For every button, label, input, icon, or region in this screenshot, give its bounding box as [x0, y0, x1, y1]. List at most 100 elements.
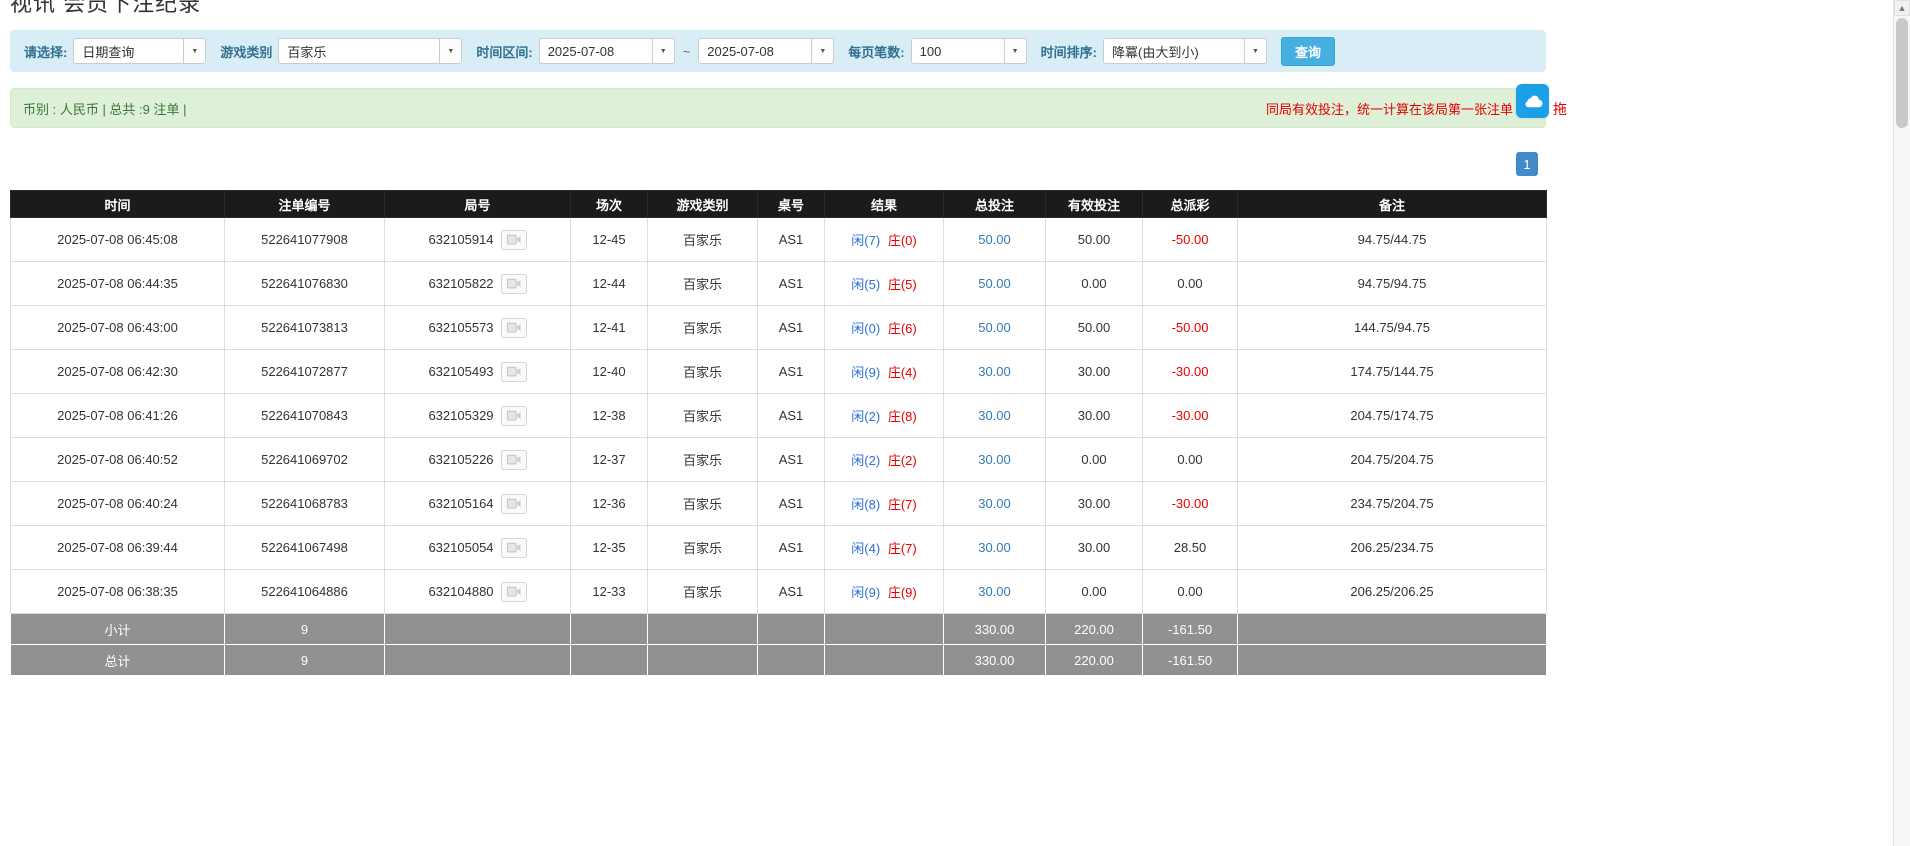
header-result: 结果 — [824, 190, 944, 218]
cell-bet-id: 522641073813 — [224, 305, 385, 350]
sort-value: 降冪(由大到小) — [1111, 44, 1199, 60]
cell-result: 闲(5) 庄(5) — [824, 261, 944, 306]
sort-label: 时间排序: — [1040, 44, 1097, 60]
round-number: 632105573 — [428, 320, 494, 335]
video-replay-button[interactable] — [500, 405, 527, 426]
total-bet-link[interactable]: 50.00 — [978, 232, 1011, 247]
vertical-scrollbar[interactable]: ▲ — [1893, 0, 1910, 846]
scrollbar-thumb[interactable] — [1896, 18, 1908, 128]
total-bet-link[interactable]: 30.00 — [978, 452, 1011, 467]
total-bet-link[interactable]: 30.00 — [978, 364, 1011, 379]
subtotal-count: 9 — [224, 613, 385, 645]
game-type-label: 游戏类别 — [220, 44, 273, 60]
cell-total-bet: 30.00 — [943, 437, 1046, 482]
cell-total-bet: 50.00 — [943, 305, 1046, 350]
sort-select[interactable]: 降冪(由大到小) ▼ — [1102, 38, 1267, 64]
header-total-bet: 总投注 — [943, 190, 1046, 218]
video-replay-button[interactable] — [500, 449, 527, 470]
cell-note: 144.75/94.75 — [1237, 305, 1547, 350]
cell-payout: 0.00 — [1142, 261, 1238, 306]
round-number: 632105226 — [428, 452, 494, 467]
filter-bar: 请选择: 日期查询 ▼ 游戏类别 百家乐 ▼ 时间区间: 2025-07-08 … — [10, 30, 1546, 72]
cell-session: 12-37 — [570, 437, 648, 482]
video-replay-button[interactable] — [500, 273, 527, 294]
page-title: 视讯 会员下注纪录 — [10, 0, 202, 16]
table-row: 2025-07-08 06:43:00 522641073813 6321055… — [10, 305, 1547, 350]
cell-note: 234.75/204.75 — [1237, 481, 1547, 526]
total-bet-link[interactable]: 30.00 — [978, 584, 1011, 599]
game-type-value: 百家乐 — [287, 44, 327, 60]
video-replay-button[interactable] — [500, 361, 527, 382]
cell-bet-id: 522641064886 — [224, 569, 385, 614]
total-bet-link[interactable]: 30.00 — [978, 496, 1011, 511]
date-from-value: 2025-07-08 — [547, 43, 615, 59]
total-row: 总计 9 330.00 220.00 -161.50 — [10, 644, 1547, 676]
header-session: 场次 — [570, 190, 648, 218]
cell-bet-id: 522641068783 — [224, 481, 385, 526]
subtotal-valid-bet: 220.00 — [1045, 613, 1143, 645]
cell-total-bet: 30.00 — [943, 569, 1046, 614]
floating-service-widget[interactable] — [1516, 84, 1549, 118]
cell-note: 174.75/144.75 — [1237, 349, 1547, 394]
cell-payout: -50.00 — [1142, 305, 1238, 350]
drag-label: 拖 — [1553, 101, 1567, 117]
total-bet-link[interactable]: 50.00 — [978, 276, 1011, 291]
video-replay-button[interactable] — [500, 537, 527, 558]
cell-game: 百家乐 — [647, 217, 758, 262]
cell-round: 632105914 — [384, 217, 571, 262]
chevron-down-icon: ▼ — [439, 39, 462, 63]
cell-time: 2025-07-08 06:39:44 — [10, 525, 225, 570]
per-page-value: 100 — [919, 43, 942, 59]
search-button[interactable]: 查询 — [1280, 36, 1335, 66]
chevron-down-icon: ▼ — [1243, 39, 1266, 63]
cell-round: 632104880 — [384, 569, 571, 614]
scroll-up-arrow-icon[interactable]: ▲ — [1894, 0, 1910, 16]
table-row: 2025-07-08 06:39:44 522641067498 6321050… — [10, 525, 1547, 570]
total-bet-link[interactable]: 30.00 — [978, 540, 1011, 555]
result-banker: 庄(7) — [887, 541, 917, 556]
header-note: 备注 — [1237, 190, 1547, 218]
table-row: 2025-07-08 06:41:26 522641070843 6321053… — [10, 393, 1547, 438]
range-separator: ~ — [682, 43, 691, 59]
cell-payout: -30.00 — [1142, 349, 1238, 394]
date-type-select[interactable]: 日期查询 ▼ — [73, 38, 207, 64]
cell-valid-bet: 50.00 — [1045, 217, 1143, 262]
cell-round: 632105226 — [384, 437, 571, 482]
video-replay-button[interactable] — [500, 493, 527, 514]
cell-note: 204.75/204.75 — [1237, 437, 1547, 482]
result-player: 闲(0) — [851, 321, 881, 336]
table-row: 2025-07-08 06:45:08 522641077908 6321059… — [10, 217, 1547, 262]
cell-result: 闲(9) 庄(9) — [824, 569, 944, 614]
cell-payout: 0.00 — [1142, 437, 1238, 482]
date-from-select[interactable]: 2025-07-08 ▼ — [538, 38, 675, 64]
date-to-select[interactable]: 2025-07-08 ▼ — [698, 38, 835, 64]
cell-time: 2025-07-08 06:44:35 — [10, 261, 225, 306]
total-bet-link[interactable]: 50.00 — [978, 320, 1011, 335]
cell-game: 百家乐 — [647, 525, 758, 570]
total-total-bet: 330.00 — [943, 644, 1046, 676]
cell-payout: -50.00 — [1142, 217, 1238, 262]
cell-round: 632105573 — [384, 305, 571, 350]
cell-table: AS1 — [757, 393, 825, 438]
cell-game: 百家乐 — [647, 349, 758, 394]
cell-table: AS1 — [757, 481, 825, 526]
table-row: 2025-07-08 06:38:35 522641064886 6321048… — [10, 569, 1547, 614]
cell-round: 632105329 — [384, 393, 571, 438]
video-icon — [506, 542, 521, 553]
cell-payout: -30.00 — [1142, 393, 1238, 438]
result-banker: 庄(7) — [887, 497, 917, 512]
video-replay-button[interactable] — [500, 581, 527, 602]
cell-result: 闲(0) 庄(6) — [824, 305, 944, 350]
cell-bet-id: 522641069702 — [224, 437, 385, 482]
result-player: 闲(4) — [851, 541, 881, 556]
video-replay-button[interactable] — [500, 229, 527, 250]
per-page-select[interactable]: 100 ▼ — [910, 38, 1027, 64]
video-icon — [506, 410, 521, 421]
page-button-1[interactable]: 1 — [1516, 152, 1538, 176]
total-label: 总计 — [10, 644, 225, 676]
game-type-select[interactable]: 百家乐 ▼ — [278, 38, 463, 64]
video-replay-button[interactable] — [500, 317, 527, 338]
result-banker: 庄(0) — [887, 233, 917, 248]
result-player: 闲(9) — [851, 365, 881, 380]
total-bet-link[interactable]: 30.00 — [978, 408, 1011, 423]
